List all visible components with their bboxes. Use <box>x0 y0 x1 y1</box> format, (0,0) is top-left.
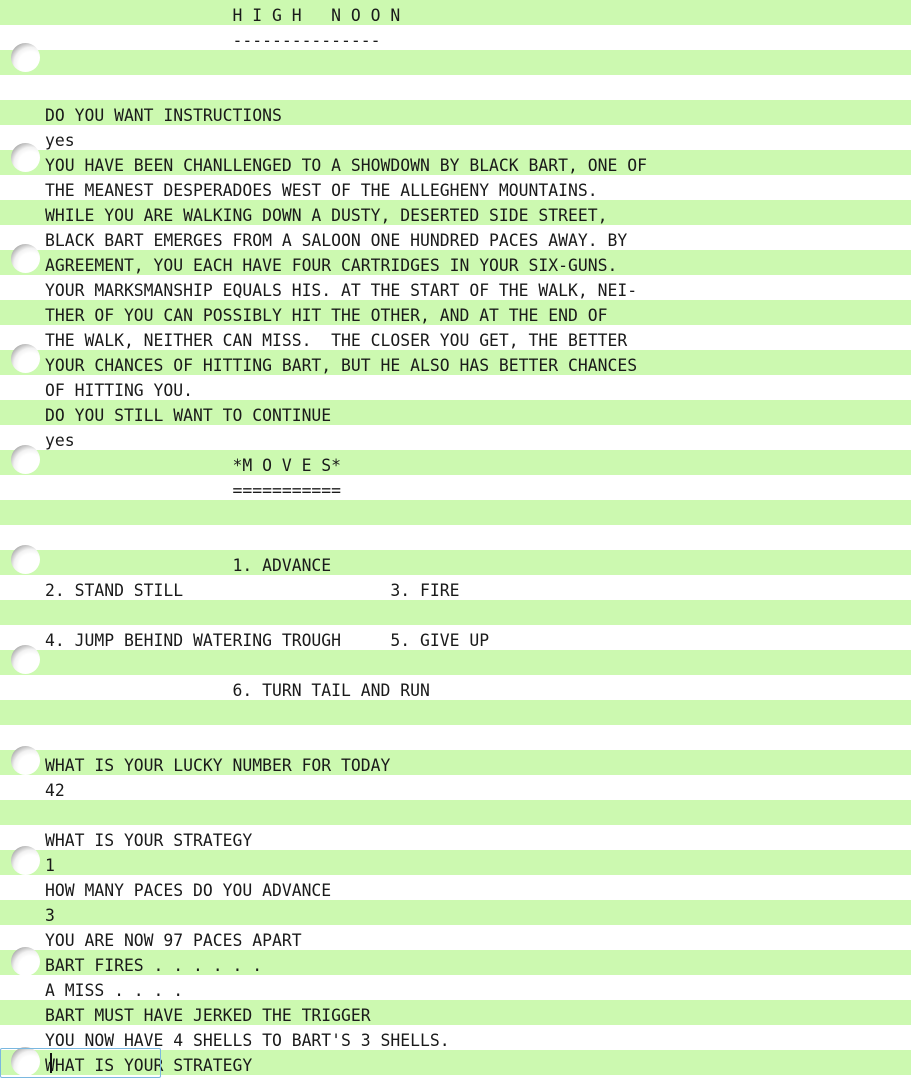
transcript-line-banner: H I G H N O O N <box>45 6 401 25</box>
transcript-line-menu: 4. JUMP BEHIND WATERING TROUGH 5. GIVE U… <box>45 631 490 650</box>
transcript-line-output: YOUR CHANCES OF HITTING BART, BUT HE ALS… <box>45 356 638 375</box>
transcript-line-output: THE WALK, NEITHER CAN MISS. THE CLOSER Y… <box>45 331 628 350</box>
transcript-line-menu: 6. TURN TAIL AND RUN <box>45 681 430 700</box>
transcript-line-blank <box>0 528 911 553</box>
transcript-line-output: A MISS . . . . <box>45 981 184 1000</box>
transcript-line-output: BLACK BART EMERGES FROM A SALOON ONE HUN… <box>45 231 628 250</box>
transcript-line-menu: 2. STAND STILL 3. FIRE <box>45 581 460 600</box>
game-transcript: H I G H N O O N --------------- DO YOU W… <box>0 0 911 1078</box>
transcript-line-output: YOUR MARKSMANSHIP EQUALS HIS. AT THE STA… <box>45 281 638 300</box>
transcript-line-banner: =========== <box>45 481 342 500</box>
transcript-line-blank <box>0 53 911 78</box>
strategy-input[interactable] <box>0 1048 161 1078</box>
transcript-line-prompt: HOW MANY PACES DO YOU ADVANCE <box>45 881 332 900</box>
transcript-line-answer: 1 <box>45 856 55 875</box>
transcript-line-blank <box>0 603 911 628</box>
transcript-line-output: THER OF YOU CAN POSSIBLY HIT THE OTHER, … <box>45 306 608 325</box>
transcript-line-output: AGREEMENT, YOU EACH HAVE FOUR CARTRIDGES… <box>45 256 618 275</box>
transcript-line-blank <box>0 78 911 103</box>
transcript-line-menu: 1. ADVANCE <box>45 556 332 575</box>
transcript-line-blank <box>0 703 911 728</box>
transcript-line-output: THE MEANEST DESPERADOES WEST OF THE ALLE… <box>45 181 598 200</box>
green-bar-paper-page: H I G H N O O N --------------- DO YOU W… <box>0 0 911 1080</box>
transcript-line-output: OF HITTING YOU. <box>45 381 194 400</box>
transcript-line-output: YOU HAVE BEEN CHANLLENGED TO A SHOWDOWN … <box>45 156 647 175</box>
transcript-line-prompt: WHAT IS YOUR LUCKY NUMBER FOR TODAY <box>45 756 391 775</box>
transcript-line-output: BART FIRES . . . . . . <box>45 956 263 975</box>
transcript-line-output: YOU ARE NOW 97 PACES APART <box>45 931 302 950</box>
transcript-line-blank <box>0 653 911 678</box>
text-caret <box>50 1053 52 1073</box>
transcript-line-output: WHILE YOU ARE WALKING DOWN A DUSTY, DESE… <box>45 206 608 225</box>
transcript-line-blank <box>0 503 911 528</box>
answer-input-row[interactable] <box>0 1048 161 1078</box>
transcript-line-prompt: DO YOU WANT INSTRUCTIONS <box>45 106 282 125</box>
transcript-line-answer: 42 <box>45 781 65 800</box>
transcript-line-output: BART MUST HAVE JERKED THE TRIGGER <box>45 1006 371 1025</box>
transcript-line-blank <box>0 803 911 828</box>
transcript-line-answer: yes <box>45 431 75 450</box>
transcript-line-banner: *M O V E S* <box>45 456 342 475</box>
transcript-line-blank <box>0 728 911 753</box>
transcript-line-banner: --------------- <box>45 31 381 50</box>
transcript-line-answer: 3 <box>45 906 55 925</box>
transcript-line-prompt: DO YOU STILL WANT TO CONTINUE <box>45 406 332 425</box>
transcript-line-prompt: WHAT IS YOUR STRATEGY <box>45 831 253 850</box>
transcript-line-answer: yes <box>45 131 75 150</box>
